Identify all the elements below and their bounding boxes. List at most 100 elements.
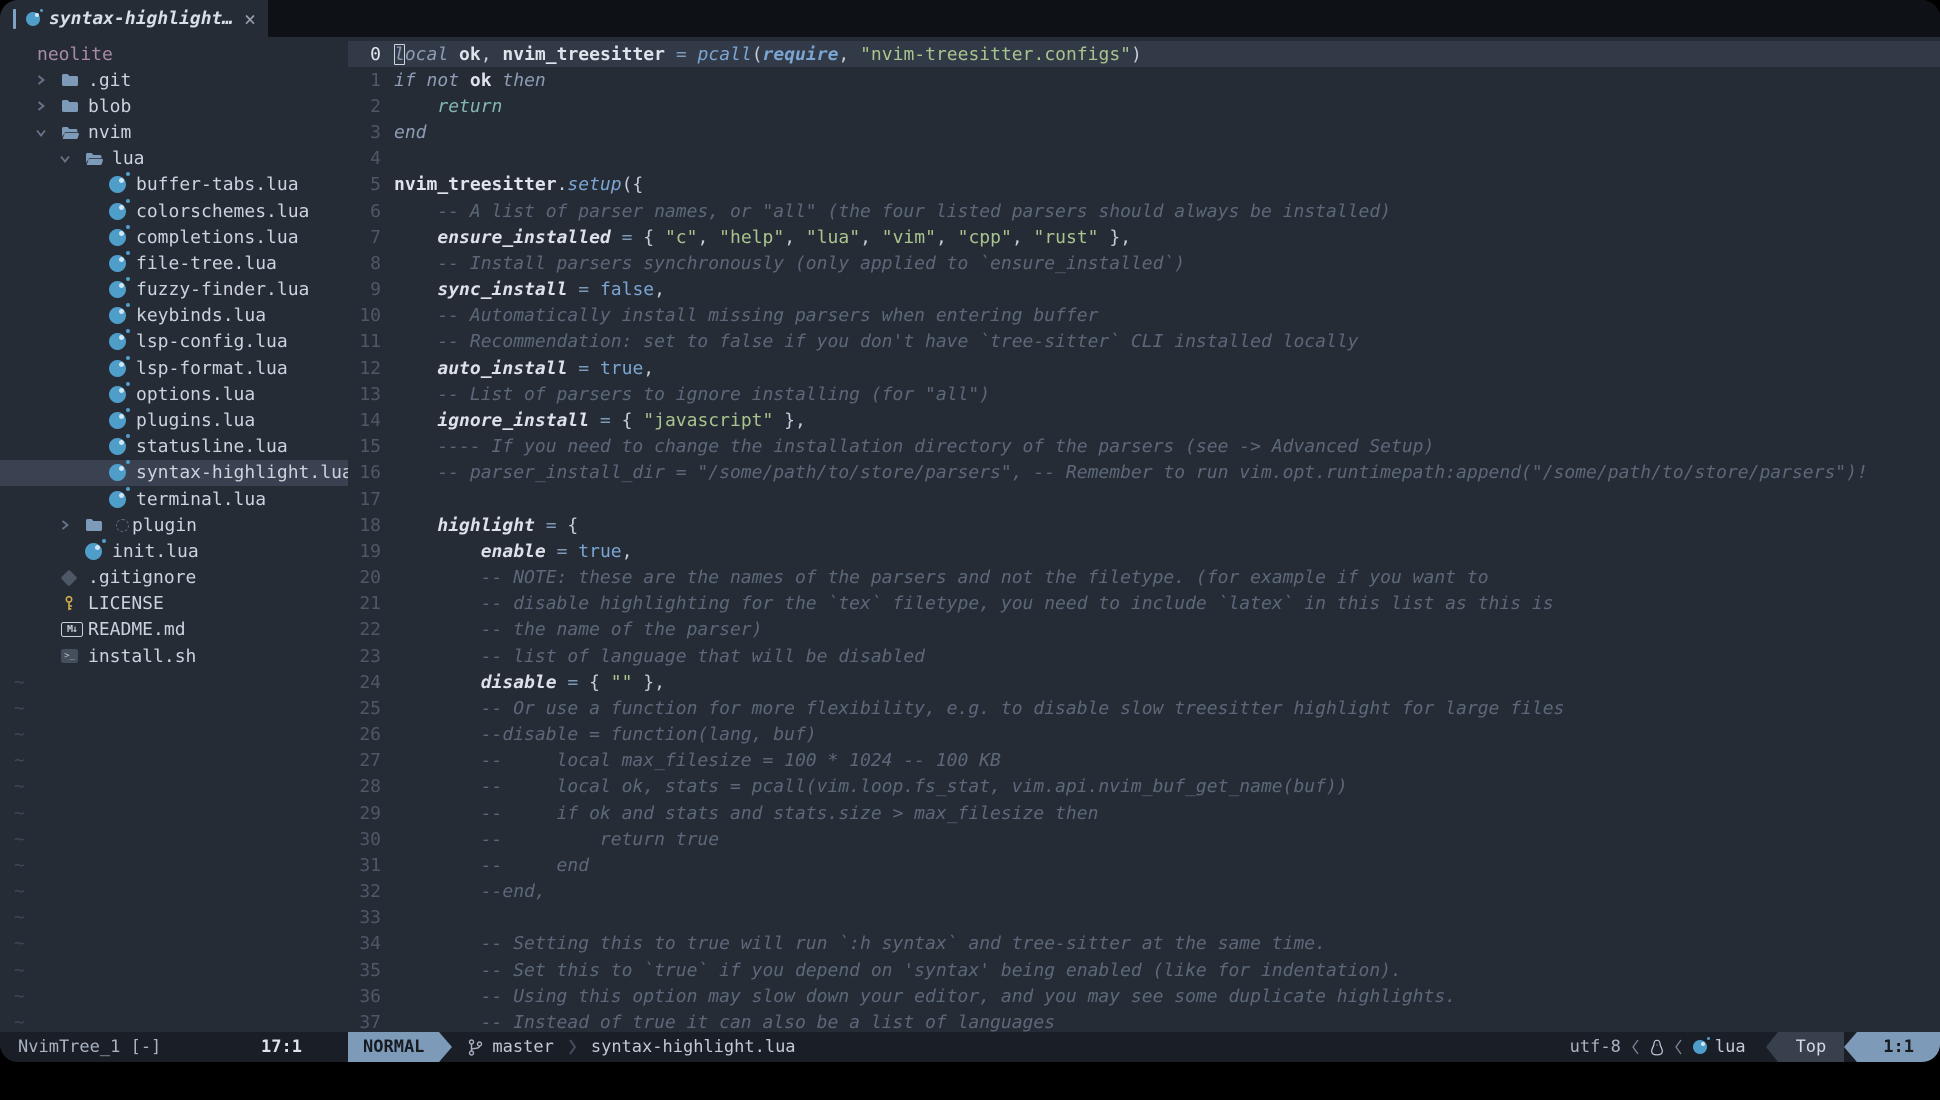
tree-item-.git[interactable]: .git <box>0 67 348 93</box>
chevron-right-icon[interactable] <box>35 100 61 112</box>
code-line[interactable]: 15 ---- If you need to change the instal… <box>348 434 1940 460</box>
tree-item-label: lsp-config.lua <box>136 331 288 352</box>
tree-item-keybinds.lua[interactable]: keybinds.lua <box>0 303 348 329</box>
tree-item-lua[interactable]: lua <box>0 146 348 172</box>
tree-item-label: .gitignore <box>88 567 196 588</box>
code-line[interactable]: 1if not ok then <box>348 67 1940 93</box>
code-line[interactable]: 9 sync_install = false, <box>348 277 1940 303</box>
code-line[interactable]: 18 highlight = { <box>348 512 1940 538</box>
line-number: 34 <box>348 933 394 954</box>
tree-item-terminal.lua[interactable]: terminal.lua <box>0 486 348 512</box>
empty-line-tilde: ~ <box>0 931 348 957</box>
code-text: -- Set this to `true` if you depend on '… <box>394 960 1402 981</box>
code-line[interactable]: 10 -- Automatically install missing pars… <box>348 303 1940 329</box>
code-line[interactable]: 29 -- if ok and stats and stats.size > m… <box>348 800 1940 826</box>
folder-icon <box>61 97 85 115</box>
tree-root[interactable]: neolite <box>0 41 348 67</box>
code-line[interactable]: 26 --disable = function(lang, buf) <box>348 721 1940 747</box>
code-line[interactable]: 2 return <box>348 93 1940 119</box>
tree-statusline: NvimTree_1 [-] 17:1 <box>0 1037 348 1057</box>
code-line[interactable]: 32 --end, <box>348 879 1940 905</box>
tree-item-colorschemes.lua[interactable]: colorschemes.lua <box>0 198 348 224</box>
statusline-position: 1:1 <box>1857 1032 1940 1062</box>
code-line[interactable]: 37 -- Instead of true it can also be a l… <box>348 1009 1940 1032</box>
code-line[interactable]: 3end <box>348 120 1940 146</box>
code-line[interactable]: 5nvim_treesitter.setup({ <box>348 172 1940 198</box>
code-line[interactable]: 23 -- list of language that will be disa… <box>348 643 1940 669</box>
code-line[interactable]: 7 ensure_installed = { "c", "help", "lua… <box>348 224 1940 250</box>
git-status-pending-icon <box>116 519 129 532</box>
code-line[interactable]: 25 -- Or use a function for more flexibi… <box>348 695 1940 721</box>
code-line[interactable]: 34 -- Setting this to true will run `:h … <box>348 931 1940 957</box>
line-number: 19 <box>348 541 394 562</box>
chevron-right-icon[interactable] <box>35 74 61 86</box>
code-line[interactable]: 14 ignore_install = { "javascript" }, <box>348 407 1940 433</box>
tree-item-file-tree.lua[interactable]: file-tree.lua <box>0 250 348 276</box>
lua-file-icon <box>109 307 133 324</box>
tree-item-completions.lua[interactable]: completions.lua <box>0 224 348 250</box>
tree-item-label: blob <box>88 96 131 117</box>
chevron-down-icon[interactable] <box>35 127 61 139</box>
code-line[interactable]: 17 <box>348 486 1940 512</box>
code-line[interactable]: 22 -- the name of the parser) <box>348 617 1940 643</box>
code-line[interactable]: 16 -- parser_install_dir = "/some/path/t… <box>348 460 1940 486</box>
code-text: -- if ok and stats and stats.size > max_… <box>394 803 1098 824</box>
statusline-filename: syntax-highlight.lua <box>591 1037 796 1057</box>
tree-item-README.md[interactable]: M↓README.md <box>0 617 348 643</box>
code-line[interactable]: 33 <box>348 905 1940 931</box>
code-line[interactable]: 6 -- A list of parser names, or "all" (t… <box>348 198 1940 224</box>
code-line[interactable]: 27 -- local max_filesize = 100 * 1024 --… <box>348 748 1940 774</box>
markdown-icon: M↓ <box>61 622 85 637</box>
statusline-scroll: Top <box>1778 1032 1845 1062</box>
lua-file-icon <box>85 543 109 560</box>
code-line[interactable]: 35 -- Set this to `true` if you depend o… <box>348 957 1940 983</box>
code-line[interactable]: 13 -- List of parsers to ignore installi… <box>348 381 1940 407</box>
lua-file-icon <box>109 281 133 298</box>
lua-file-icon <box>109 203 133 220</box>
folder-open-icon <box>61 124 85 142</box>
line-number: 27 <box>348 750 394 771</box>
chevron-down-icon[interactable] <box>59 153 85 165</box>
tree-item-label: options.lua <box>136 384 255 405</box>
tree-item-init.lua[interactable]: init.lua <box>0 538 348 564</box>
chevron-right-icon[interactable] <box>59 519 85 531</box>
code-line[interactable]: 19 enable = true, <box>348 538 1940 564</box>
code-line[interactable]: 12 auto_install = true, <box>348 355 1940 381</box>
code-text: nvim_treesitter.setup({ <box>394 174 643 195</box>
tree-item-blob[interactable]: blob <box>0 93 348 119</box>
code-line[interactable]: 24 disable = { "" }, <box>348 669 1940 695</box>
tree-item-nvim[interactable]: nvim <box>0 120 348 146</box>
code-line[interactable]: 20 -- NOTE: these are the names of the p… <box>348 564 1940 590</box>
empty-line-tilde: ~ <box>0 800 348 826</box>
code-line[interactable]: 30 -- return true <box>348 826 1940 852</box>
tree-item-options.lua[interactable]: options.lua <box>0 381 348 407</box>
code-line[interactable]: 28 -- local ok, stats = pcall(vim.loop.f… <box>348 774 1940 800</box>
code-line[interactable]: 8 -- Install parsers synchronously (only… <box>348 250 1940 276</box>
code-line[interactable]: 36 -- Using this option may slow down yo… <box>348 983 1940 1009</box>
code-line[interactable]: 4 <box>348 146 1940 172</box>
tree-item-buffer-tabs.lua[interactable]: buffer-tabs.lua <box>0 172 348 198</box>
tree-item-.gitignore[interactable]: .gitignore <box>0 564 348 590</box>
tree-root-label: neolite <box>37 44 113 65</box>
tree-item-plugins.lua[interactable]: plugins.lua <box>0 407 348 433</box>
code-text: -- Automatically install missing parsers… <box>394 305 1098 326</box>
tree-item-syntax-highlight.lua[interactable]: syntax-highlight.lua <box>0 460 348 486</box>
code-line[interactable]: 21 -- disable highlighting for the `tex`… <box>348 591 1940 617</box>
line-number: 15 <box>348 436 394 457</box>
code-line[interactable]: 11 -- Recommendation: set to false if yo… <box>348 329 1940 355</box>
tree-item-fuzzy-finder.lua[interactable]: fuzzy-finder.lua <box>0 277 348 303</box>
tree-item-lsp-format.lua[interactable]: lsp-format.lua <box>0 355 348 381</box>
line-number: 35 <box>348 960 394 981</box>
line-number: 36 <box>348 986 394 1007</box>
tree-item-LICENSE[interactable]: LICENSE <box>0 591 348 617</box>
tree-item-plugin[interactable]: plugin <box>0 512 348 538</box>
code-line[interactable]: 0local ok, nvim_treesitter = pcall(requi… <box>348 41 1940 67</box>
tree-item-lsp-config.lua[interactable]: lsp-config.lua <box>0 329 348 355</box>
close-icon[interactable]: × <box>244 9 256 29</box>
buffer-tab[interactable]: syntax-highlight… × <box>0 0 268 37</box>
code-text: sync_install = false, <box>394 279 665 300</box>
tree-item-statusline.lua[interactable]: statusline.lua <box>0 434 348 460</box>
line-number: 0 <box>348 44 394 65</box>
tree-item-install.sh[interactable]: >_install.sh <box>0 643 348 669</box>
code-line[interactable]: 31 -- end <box>348 852 1940 878</box>
